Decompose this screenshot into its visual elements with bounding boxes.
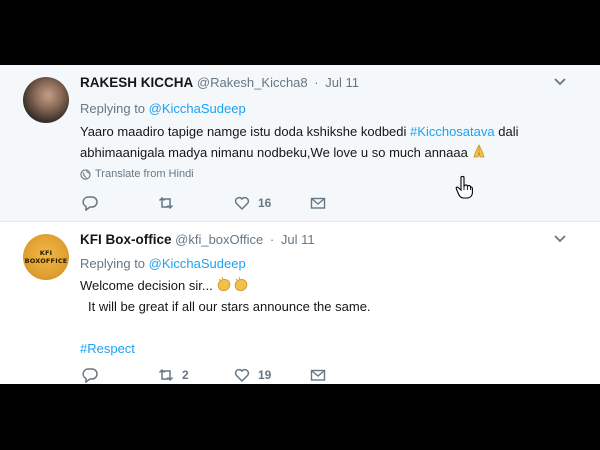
like-icon [234, 368, 250, 383]
chevron-down-icon[interactable] [553, 77, 567, 87]
retweet-button[interactable] [158, 195, 234, 211]
like-button[interactable]: 16 [234, 195, 310, 211]
avatar-text-line2: BOXOFFICE [24, 257, 68, 265]
clapping-hands-emoji [218, 276, 248, 292]
handle[interactable]: @Rakesh_Kiccha8 [197, 75, 308, 90]
reply-icon [82, 368, 98, 383]
tweet-text-line1: Welcome decision sir... [80, 278, 213, 293]
avatar-text-line1: KFI [39, 249, 53, 257]
tweet-header: RAKESH KICCHA @Rakesh_Kiccha8 · Jul 11 [80, 75, 359, 90]
folded-hands-emoji [473, 144, 486, 158]
tweet-date[interactable]: Jul 11 [325, 75, 359, 90]
hashtag-link[interactable]: #Kicchosatava [410, 124, 495, 139]
avatar[interactable]: KFI BOXOFFICE [23, 234, 69, 280]
replying-to: Replying to @KicchaSudeep [80, 256, 246, 271]
tweet-header: KFI Box-office @kfi_boxOffice · Jul 11 [80, 232, 315, 247]
like-icon [234, 196, 250, 211]
display-name[interactable]: KFI Box-office [80, 232, 172, 247]
retweet-count: 2 [182, 368, 189, 382]
tweet-date[interactable]: Jul 11 [281, 232, 315, 247]
replying-to-link[interactable]: @KicchaSudeep [149, 101, 246, 116]
globe-icon [80, 168, 91, 180]
replying-to-link[interactable]: @KicchaSudeep [149, 256, 246, 271]
reply-icon [82, 196, 98, 211]
hashtag-link[interactable]: #Respect [80, 341, 135, 356]
translate-label[interactable]: Translate from Hindi [95, 168, 194, 180]
display-name[interactable]: RAKESH KICCHA [80, 75, 193, 90]
like-button[interactable]: 19 [234, 367, 310, 383]
separator-dot: · [269, 232, 275, 247]
replying-to: Replying to @KicchaSudeep [80, 101, 246, 116]
like-count: 16 [258, 196, 272, 210]
direct-message-button[interactable] [310, 367, 326, 383]
tweet-text: Yaaro maadiro tapige namge istu doda ksh… [80, 121, 518, 163]
tweet-2[interactable]: KFI BOXOFFICE KFI Box-office @kfi_boxOff… [0, 222, 600, 384]
handle[interactable]: @kfi_boxOffice [175, 232, 263, 247]
dm-icon [310, 369, 326, 381]
avatar[interactable] [23, 77, 69, 123]
tweet-1[interactable]: RAKESH KICCHA @Rakesh_Kiccha8 · Jul 11 R… [0, 65, 600, 222]
tweet-actions: 2 19 [82, 367, 326, 383]
dm-icon [310, 197, 326, 209]
tweet-text-line1: Yaaro maadiro tapige namge istu doda ksh… [80, 124, 407, 139]
direct-message-button[interactable] [310, 195, 326, 211]
translate-link[interactable]: Translate from Hindi [80, 168, 194, 180]
retweet-button[interactable]: 2 [158, 367, 234, 383]
chevron-down-icon[interactable] [553, 234, 567, 244]
reply-button[interactable] [82, 195, 158, 211]
separator-dot: · [314, 75, 319, 90]
retweet-icon [158, 368, 174, 382]
replying-label: Replying to [80, 101, 146, 116]
tweet-actions: 16 [82, 195, 326, 211]
tweet-text: Welcome decision sir... It will be great… [80, 275, 371, 317]
tweet-text-line2: abhimaanigala madya nimanu nodbeku,We lo… [80, 145, 468, 160]
tweet-thread: RAKESH KICCHA @Rakesh_Kiccha8 · Jul 11 R… [0, 65, 600, 384]
retweet-icon [158, 196, 174, 210]
tweet-text-line1-end: dali [498, 124, 519, 139]
reply-button[interactable] [82, 367, 158, 383]
tweet-text-line2: It will be great if all our stars announ… [88, 299, 371, 314]
replying-label: Replying to [80, 256, 146, 271]
hashtag-line: #Respect [80, 338, 135, 359]
hand-cursor-icon [455, 175, 473, 199]
like-count: 19 [258, 368, 272, 382]
